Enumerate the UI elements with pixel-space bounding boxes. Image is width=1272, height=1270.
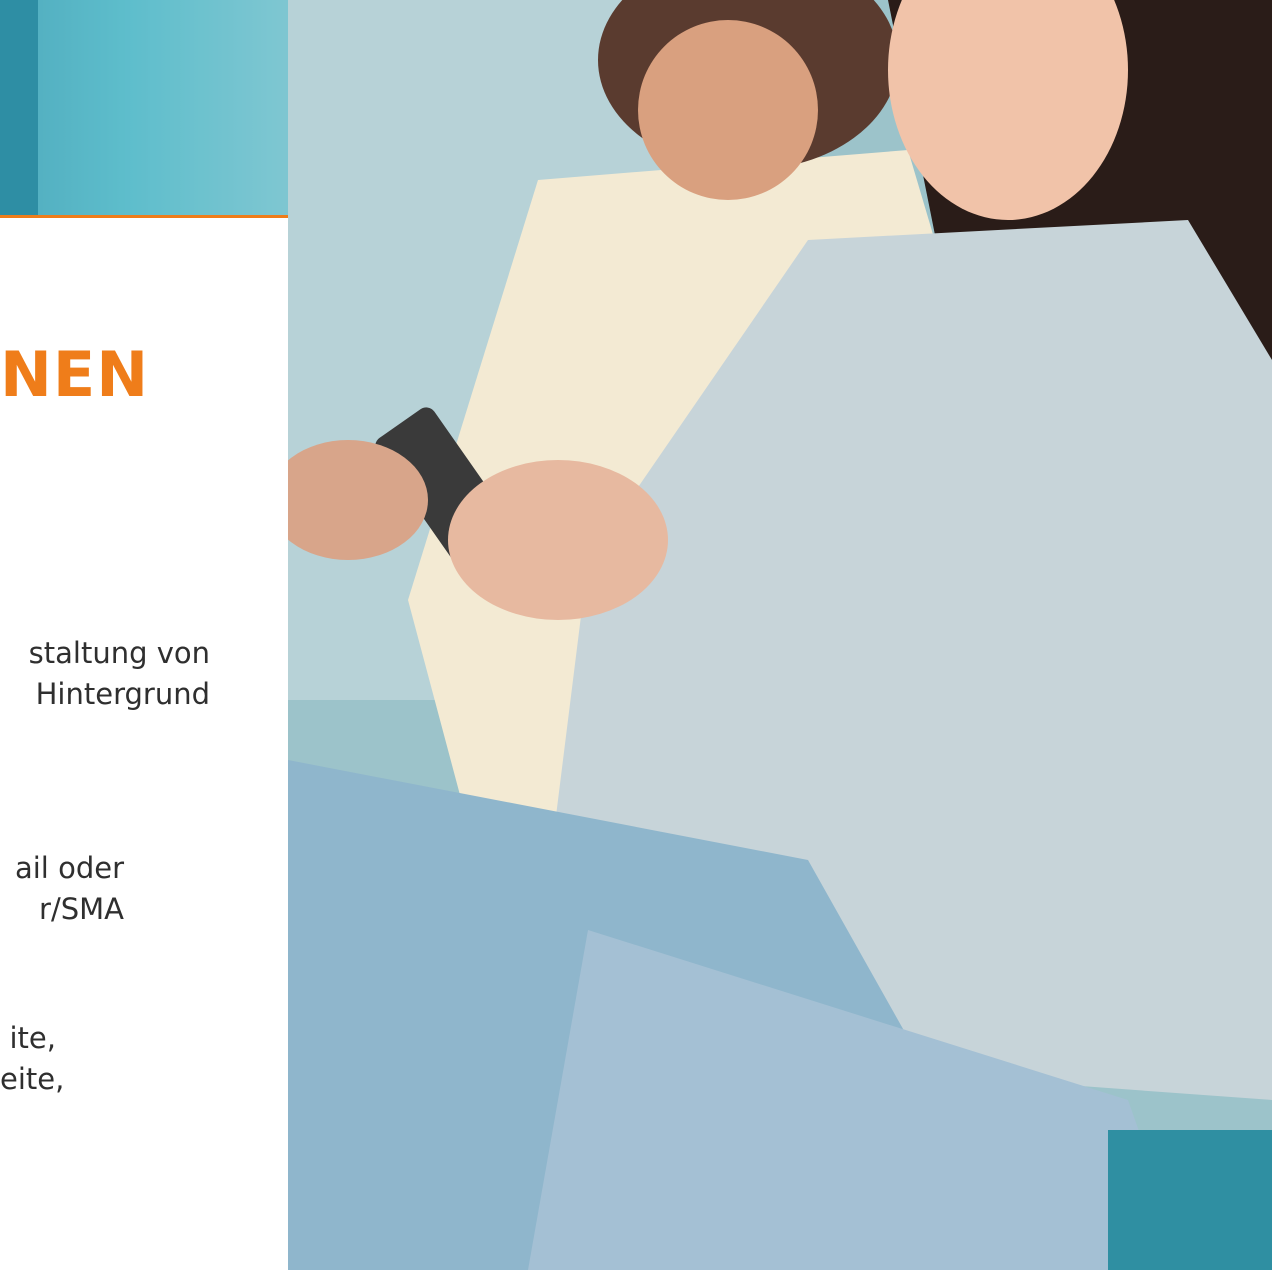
section-heading: NEN: [0, 338, 150, 411]
paragraph-2: ail oder r/SMA: [0, 848, 288, 930]
paragraph-2-line-1: ail oder: [14, 851, 124, 885]
paragraph-1-line-1: staltung von: [28, 636, 210, 670]
background-photo: [288, 0, 1272, 1270]
paragraph-3: ite, eite,: [0, 1018, 288, 1100]
paragraph-1: staltung von Hintergrund: [0, 633, 288, 715]
paragraph-2-line-2: r/SMA: [39, 892, 124, 926]
photo-scene: [288, 0, 1272, 1270]
text-panel: NEN staltung von Hintergrund ail oder r/…: [0, 215, 288, 1270]
paragraph-1-line-2: Hintergrund: [35, 677, 210, 711]
paragraph-3-line-1: ite,: [9, 1021, 57, 1055]
paragraph-3-line-2: eite,: [0, 1062, 65, 1096]
